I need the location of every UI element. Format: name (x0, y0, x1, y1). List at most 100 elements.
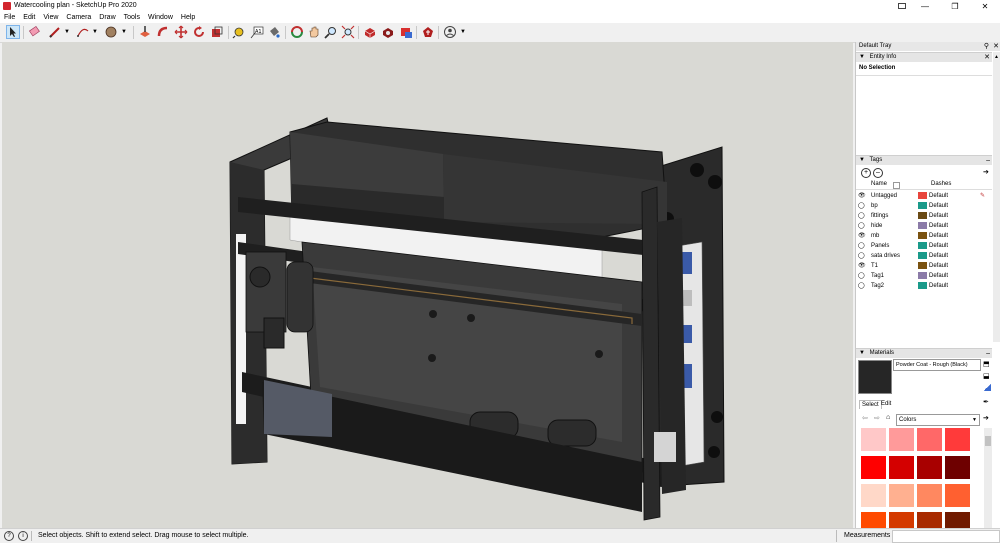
shapes-circle-icon[interactable] (104, 25, 118, 39)
color-swatch[interactable] (889, 512, 914, 528)
scale-icon[interactable] (210, 25, 224, 39)
tags-minimize-icon[interactable]: – (986, 156, 990, 165)
scrollbar-thumb[interactable] (985, 436, 991, 446)
color-swatch[interactable] (917, 428, 942, 451)
menu-camera[interactable]: Camera (62, 13, 95, 23)
tag-color[interactable] (918, 262, 927, 269)
tag-row[interactable]: ◯ fittings Default (856, 211, 992, 221)
color-swatch[interactable] (917, 512, 942, 528)
color-swatch[interactable] (861, 512, 886, 528)
restore-button[interactable]: ❐ (940, 0, 970, 13)
visibility-eye-icon[interactable]: 👁 (858, 191, 866, 201)
tag-row[interactable]: ◯ Tag1 Default (856, 271, 992, 281)
tag-row[interactable]: 👁 Untagged Default ✎ (856, 191, 992, 201)
back-arrow-icon[interactable]: ⇦ (862, 414, 868, 422)
tablet-mode-icon[interactable] (898, 3, 906, 9)
select-tool-icon[interactable] (6, 25, 20, 39)
tag-color[interactable] (918, 282, 927, 289)
account-dropdown-icon[interactable]: ▼ (460, 29, 466, 35)
color-swatch[interactable] (889, 456, 914, 479)
entity-info-header[interactable]: ▼ Entity Info ✕ (856, 52, 992, 62)
color-swatch[interactable] (945, 512, 970, 528)
color-swatch[interactable] (861, 484, 886, 507)
color-swatch[interactable] (861, 428, 886, 451)
menu-edit[interactable]: Edit (19, 13, 39, 23)
measurements-input[interactable] (892, 530, 1000, 543)
visibility-eye-closed-icon[interactable]: ◯ (858, 251, 865, 261)
color-swatch[interactable] (861, 456, 886, 479)
add-tag-icon[interactable]: + (861, 168, 871, 178)
zoom-icon[interactable] (324, 25, 338, 39)
menu-help[interactable]: Help (177, 13, 199, 23)
tags-details-icon[interactable]: ➔ (983, 168, 989, 176)
tag-color[interactable] (918, 212, 927, 219)
account-icon[interactable] (443, 25, 457, 39)
eraser-icon[interactable] (28, 25, 42, 39)
visibility-eye-icon[interactable]: 👁 (858, 231, 866, 241)
menu-file[interactable]: File (0, 13, 19, 23)
tray-close-icon[interactable]: ✕ (993, 42, 999, 51)
color-swatch[interactable] (945, 428, 970, 451)
materials-header[interactable]: ▼ Materials – (856, 348, 992, 358)
color-swatch[interactable] (917, 484, 942, 507)
3d-warehouse-icon[interactable] (363, 25, 377, 39)
arc-dropdown-icon[interactable]: ▼ (92, 29, 98, 35)
tag-row[interactable]: ◯ Tag2 Default (856, 281, 992, 291)
entity-info-close-icon[interactable]: ✕ (984, 53, 990, 62)
remove-tag-icon[interactable]: – (873, 168, 883, 178)
arc-icon[interactable] (76, 25, 90, 39)
tag-row[interactable]: ◯ bp Default (856, 201, 992, 211)
model-viewport[interactable] (2, 42, 853, 528)
tag-color[interactable] (918, 222, 927, 229)
tray-pin-icon[interactable]: ⚲ (984, 42, 989, 51)
current-material-preview[interactable] (858, 360, 892, 394)
paint-bucket-icon[interactable] (267, 25, 281, 39)
tray-scrollbar[interactable]: ▲ (993, 52, 1000, 342)
tag-color[interactable] (918, 252, 927, 259)
material-name-field[interactable]: Powder Coat - Rough (Black) (893, 359, 981, 371)
send-to-layout-icon[interactable] (399, 25, 413, 39)
sample-paint-icon[interactable]: ⬓ (983, 372, 990, 380)
pan-hand-icon[interactable] (307, 25, 321, 39)
extension-warehouse-icon[interactable] (381, 25, 395, 39)
geolocation-icon[interactable]: ? (4, 531, 14, 541)
push-pull-icon[interactable] (138, 25, 152, 39)
minimize-button[interactable]: — (910, 0, 940, 13)
menu-draw[interactable]: Draw (95, 13, 119, 23)
color-swatch[interactable] (889, 484, 914, 507)
forward-arrow-icon[interactable]: ⇨ (874, 414, 880, 422)
library-details-icon[interactable]: ➔ (983, 414, 989, 422)
visibility-eye-closed-icon[interactable]: ◯ (858, 281, 865, 291)
tag-color[interactable] (918, 272, 927, 279)
visibility-eye-closed-icon[interactable]: ◯ (858, 241, 865, 251)
zoom-extents-icon[interactable] (341, 25, 355, 39)
visibility-eye-icon[interactable]: 👁 (858, 261, 866, 271)
tag-color[interactable] (918, 192, 927, 199)
tag-color[interactable] (918, 242, 927, 249)
close-button[interactable]: ✕ (970, 0, 1000, 13)
text-label-icon[interactable]: A1 (250, 25, 264, 39)
sort-icon[interactable] (893, 182, 900, 189)
color-swatch[interactable] (889, 428, 914, 451)
menu-tools[interactable]: Tools (120, 13, 144, 23)
tag-row[interactable]: ◯ hide Default (856, 221, 992, 231)
tag-color[interactable] (918, 202, 927, 209)
line-dropdown-icon[interactable]: ▼ (64, 29, 70, 35)
visibility-eye-closed-icon[interactable]: ◯ (858, 211, 865, 221)
tag-row[interactable]: 👁 mb Default (856, 231, 992, 241)
eyedropper-icon[interactable]: ✒ (983, 398, 989, 406)
create-material-icon[interactable]: ⬒ (983, 360, 990, 368)
visibility-eye-closed-icon[interactable]: ◯ (858, 271, 865, 281)
info-icon[interactable]: i (18, 531, 28, 541)
extension-manager-icon[interactable] (421, 25, 435, 39)
menu-view[interactable]: View (39, 13, 62, 23)
tags-header[interactable]: ▼ Tags – (856, 155, 992, 165)
tab-edit[interactable]: Edit (881, 401, 891, 407)
visibility-eye-closed-icon[interactable]: ◯ (858, 221, 865, 231)
follow-me-icon[interactable] (156, 25, 170, 39)
home-icon[interactable]: ⌂ (886, 414, 890, 421)
move-icon[interactable] (174, 25, 188, 39)
orbit-icon[interactable] (290, 25, 304, 39)
pencil-line-icon[interactable] (48, 25, 62, 39)
menu-window[interactable]: Window (144, 13, 177, 23)
